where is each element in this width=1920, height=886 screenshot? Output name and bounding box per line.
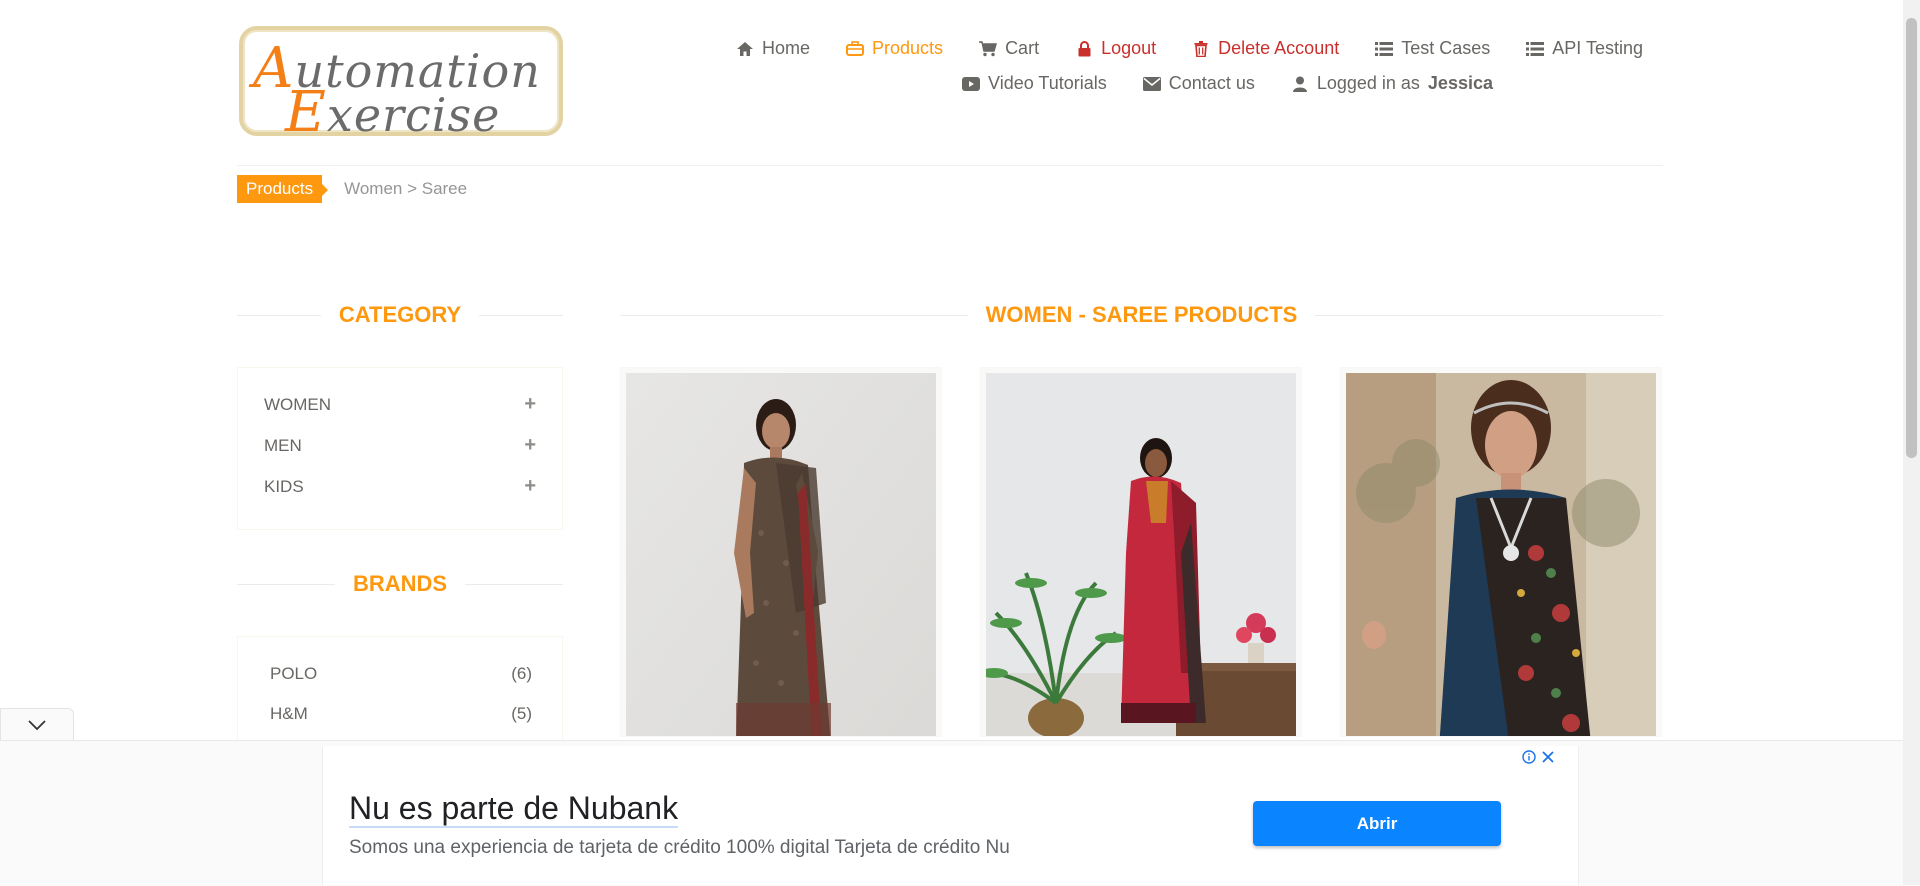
brands-panel: POLO (6) H&M (5) bbox=[237, 636, 563, 756]
brands-heading: BRANDS bbox=[237, 571, 563, 597]
nav-products[interactable]: Products bbox=[846, 38, 943, 59]
category-label: KIDS bbox=[264, 476, 304, 496]
product-card[interactable] bbox=[1340, 367, 1662, 737]
divider bbox=[237, 583, 335, 585]
trash-icon bbox=[1192, 40, 1210, 58]
breadcrumb-tag[interactable]: Products bbox=[237, 175, 329, 203]
products-title: WOMEN - SAREE PRODUCTS bbox=[985, 302, 1298, 327]
cart-icon bbox=[979, 40, 998, 58]
brand-item-hm[interactable]: H&M (5) bbox=[238, 694, 562, 734]
nav-logout[interactable]: Logout bbox=[1075, 38, 1156, 59]
scrollbar-thumb[interactable] bbox=[1906, 18, 1917, 458]
product-image[interactable] bbox=[626, 373, 936, 736]
nav-home-label: Home bbox=[762, 38, 811, 58]
logo-line-2: Exercise bbox=[285, 80, 501, 145]
close-icon[interactable] bbox=[1542, 751, 1554, 763]
ad-description: Somos una experiencia de tarjeta de créd… bbox=[349, 837, 1010, 858]
nav-contact-us[interactable]: Contact us bbox=[1142, 73, 1255, 94]
plus-icon[interactable]: + bbox=[524, 393, 536, 416]
brand-item-polo[interactable]: POLO (6) bbox=[238, 654, 562, 694]
category-label: WOMEN bbox=[264, 394, 332, 414]
lock-icon bbox=[1075, 40, 1093, 58]
category-item-men[interactable]: MEN + bbox=[238, 425, 562, 466]
nav-video-tutorials-label: Video Tutorials bbox=[988, 73, 1107, 93]
divider bbox=[1315, 314, 1663, 316]
envelope-icon bbox=[1142, 75, 1161, 93]
nav-delete-account[interactable]: Delete Account bbox=[1192, 38, 1339, 59]
briefcase-icon bbox=[846, 40, 865, 58]
brand-count: (6) bbox=[511, 664, 532, 683]
nav-api-testing[interactable]: API Testing bbox=[1526, 38, 1643, 59]
nav-logged-in: Logged in as Jessica bbox=[1291, 73, 1493, 94]
category-item-kids[interactable]: KIDS + bbox=[238, 466, 562, 507]
nav-delete-account-label: Delete Account bbox=[1218, 38, 1340, 58]
category-panel: WOMEN + MEN + KIDS + bbox=[237, 367, 563, 530]
product-card[interactable] bbox=[980, 367, 1302, 737]
breadcrumb: Products Women > Saree bbox=[237, 175, 467, 203]
nav-logout-label: Logout bbox=[1101, 38, 1157, 58]
divider bbox=[479, 314, 564, 316]
info-icon[interactable] bbox=[1522, 750, 1536, 764]
main-nav: Home Products Cart Logout Delete Account… bbox=[643, 38, 1643, 94]
nav-contact-us-label: Contact us bbox=[1168, 73, 1255, 93]
home-icon bbox=[736, 40, 754, 58]
brand-count: (5) bbox=[511, 704, 532, 723]
products-heading: WOMEN - SAREE PRODUCTS bbox=[620, 302, 1663, 328]
chevron-down-icon bbox=[28, 720, 46, 730]
page-scrollbar[interactable] bbox=[1903, 0, 1920, 885]
nav-test-cases[interactable]: Test Cases bbox=[1375, 38, 1490, 59]
nav-api-testing-label: API Testing bbox=[1552, 38, 1643, 58]
ad-title[interactable]: Nu es parte de Nubank bbox=[349, 790, 679, 828]
divider bbox=[237, 314, 321, 316]
divider bbox=[620, 314, 968, 316]
nav-products-label: Products bbox=[872, 38, 944, 58]
nav-cart[interactable]: Cart bbox=[979, 38, 1039, 59]
youtube-play-icon bbox=[962, 75, 981, 93]
divider bbox=[465, 583, 563, 585]
nav-test-cases-label: Test Cases bbox=[1401, 38, 1491, 58]
category-title: CATEGORY bbox=[338, 302, 462, 327]
header-divider bbox=[237, 165, 1663, 166]
category-label: MEN bbox=[264, 435, 302, 455]
user-icon bbox=[1291, 75, 1309, 93]
ad-content[interactable]: Nu es parte de Nubank Somos una experien… bbox=[322, 746, 1579, 885]
plus-icon[interactable]: + bbox=[524, 434, 536, 457]
breadcrumb-path: Women > Saree bbox=[344, 179, 468, 198]
brand-name: H&M bbox=[270, 704, 308, 723]
ad-collapse-toggle[interactable] bbox=[0, 708, 74, 741]
site-logo[interactable]: Automation Exercise bbox=[239, 26, 563, 145]
product-image[interactable] bbox=[986, 373, 1296, 736]
logged-in-username: Jessica bbox=[1427, 73, 1493, 93]
brands-title: BRANDS bbox=[352, 571, 448, 596]
ad-open-button[interactable]: Abrir bbox=[1253, 801, 1501, 846]
nav-row-1: Home Products Cart Logout Delete Account… bbox=[643, 38, 1643, 59]
logged-in-label: Logged in as bbox=[1316, 73, 1420, 93]
nav-row-2: Video Tutorials Contact us Logged in as … bbox=[643, 73, 1493, 94]
brand-name: POLO bbox=[270, 664, 318, 683]
product-card[interactable] bbox=[620, 367, 942, 737]
nav-cart-label: Cart bbox=[1005, 38, 1040, 58]
list-icon bbox=[1375, 40, 1394, 58]
ad-controls bbox=[1522, 750, 1554, 764]
product-image[interactable] bbox=[1346, 373, 1656, 736]
category-heading: CATEGORY bbox=[237, 302, 564, 328]
nav-video-tutorials[interactable]: Video Tutorials bbox=[962, 73, 1107, 94]
nav-home[interactable]: Home bbox=[736, 38, 810, 59]
list-icon bbox=[1526, 40, 1545, 58]
plus-icon[interactable]: + bbox=[524, 475, 536, 498]
category-item-women[interactable]: WOMEN + bbox=[238, 384, 562, 425]
